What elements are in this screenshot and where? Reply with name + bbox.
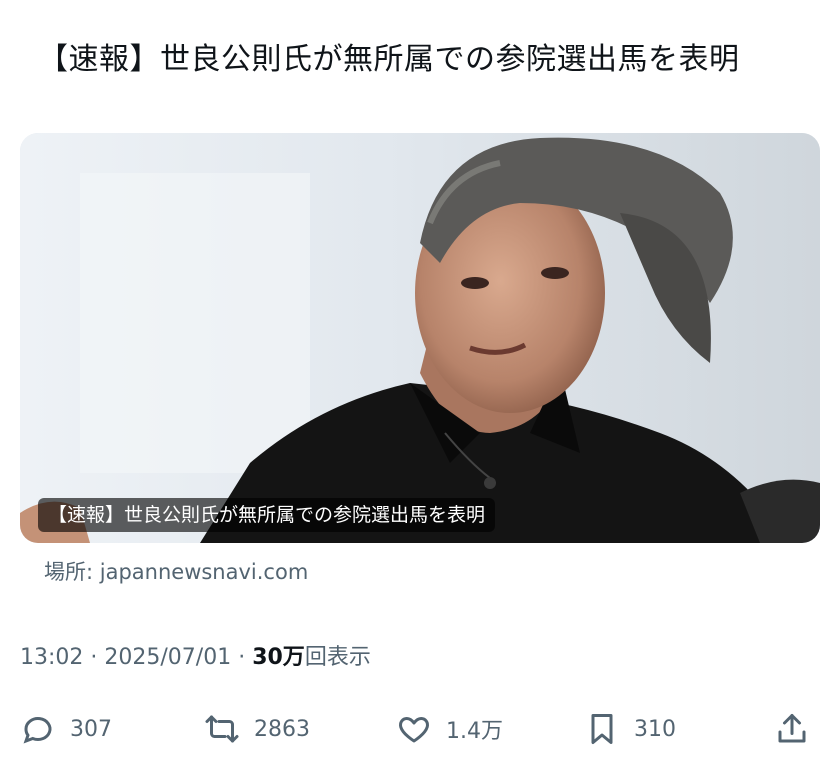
share-icon <box>778 714 806 743</box>
like-count: 1.4万 <box>446 719 503 744</box>
repost-count: 2863 <box>254 716 310 742</box>
card-image <box>20 133 820 543</box>
tweet-meta: 13:02 · 2025/07/01 · 30万回表示 <box>20 639 371 671</box>
repost-icon <box>205 715 239 743</box>
link-card[interactable]: 【速報】世良公則氏が無所属での参院選出馬を表明 <box>20 133 820 543</box>
like-button[interactable]: 1.4万 <box>396 706 503 752</box>
card-source[interactable]: 場所: japannewsnavi.com <box>44 556 308 586</box>
views-label: 回表示 <box>304 645 371 670</box>
reply-count: 307 <box>70 716 112 742</box>
bookmark-button[interactable]: 310 <box>584 706 676 752</box>
meta-separator: · <box>83 645 105 670</box>
tweet-date[interactable]: 2025/07/01 <box>104 645 231 670</box>
action-bar: 307 2863 1.4万 310 <box>0 706 840 752</box>
views-count: 30万 <box>252 645 305 670</box>
bookmark-count: 310 <box>634 716 676 742</box>
bookmark-icon <box>591 714 613 744</box>
like-icon <box>399 717 429 743</box>
tweet-text: 【速報】世良公則氏が無所属での参院選出馬を表明 <box>38 42 740 77</box>
meta-separator: · <box>231 645 253 670</box>
tweet-time[interactable]: 13:02 <box>20 645 83 670</box>
reply-icon <box>23 717 52 744</box>
card-title-overlay: 【速報】世良公則氏が無所属での参院選出馬を表明 <box>38 498 496 532</box>
share-button[interactable] <box>774 706 810 752</box>
reply-button[interactable]: 307 <box>20 706 112 752</box>
repost-button[interactable]: 2863 <box>204 706 310 752</box>
